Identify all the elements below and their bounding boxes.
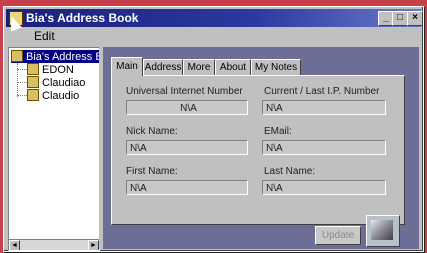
horizontal-scrollbar[interactable]: ◄ ► xyxy=(9,239,99,250)
contact-icon xyxy=(27,63,39,75)
uin-field[interactable]: N\A xyxy=(126,100,248,115)
email-label: EMail: xyxy=(264,126,292,137)
menu-edit[interactable]: Edit xyxy=(34,28,55,45)
update-button[interactable]: Update xyxy=(315,226,361,245)
tree-branch xyxy=(17,95,27,96)
last-name-field[interactable]: N\A xyxy=(262,180,386,195)
tab-main[interactable]: Main xyxy=(111,57,143,76)
contact-icon xyxy=(27,89,39,101)
tab-about[interactable]: About xyxy=(215,59,251,75)
scroll-left-arrow[interactable]: ◄ xyxy=(9,240,20,250)
tab-address[interactable]: Address xyxy=(143,59,183,75)
tab-more[interactable]: More xyxy=(183,59,215,75)
tree-branch xyxy=(17,82,27,83)
tree-item-label: Claudiao xyxy=(42,77,86,89)
tab-panel-main: Universal Internet Number N\A Current / … xyxy=(111,75,405,225)
nick-name-label: Nick Name: xyxy=(126,126,178,137)
email-field[interactable]: N\A xyxy=(262,140,386,155)
folder-icon xyxy=(11,50,23,62)
tree-root[interactable]: Bia's Address Bo xyxy=(11,50,99,63)
contacts-tree[interactable]: Bia's Address Bo EDON Claudiao Claudio ◄… xyxy=(8,47,100,251)
details-pane: Main Address More About My Notes Univers… xyxy=(103,47,419,249)
maximize-button[interactable]: □ xyxy=(392,11,408,26)
main-window: Bia's Address Book _ □ × Edit Bia's Addr… xyxy=(3,6,424,252)
contact-image-button[interactable] xyxy=(366,215,400,247)
tree-item-label: EDON xyxy=(42,64,74,76)
title-bar[interactable]: Bia's Address Book _ □ × xyxy=(6,9,423,27)
first-name-label: First Name: xyxy=(126,166,178,177)
nick-name-field[interactable]: N\A xyxy=(126,140,248,155)
tree-item-claudiao[interactable]: Claudiao xyxy=(27,76,85,89)
tab-my-notes[interactable]: My Notes xyxy=(251,59,301,75)
contact-icon xyxy=(27,76,39,88)
window-title: Bia's Address Book xyxy=(26,11,139,25)
tree-item-claudio[interactable]: Claudio xyxy=(27,89,79,102)
contact-picture-icon xyxy=(371,220,393,240)
tree-item-label: Claudio xyxy=(42,90,80,102)
last-name-label: Last Name: xyxy=(264,166,316,177)
close-button[interactable]: × xyxy=(407,11,423,26)
first-name-field[interactable]: N\A xyxy=(126,180,248,195)
menu-bar: Edit xyxy=(6,28,421,45)
uin-label: Universal Internet Number xyxy=(126,86,243,97)
scroll-right-arrow[interactable]: ► xyxy=(88,240,99,250)
tree-root-label: Bia's Address Bo xyxy=(26,51,99,63)
ip-field[interactable]: N\A xyxy=(262,100,386,115)
tree-branch xyxy=(17,69,27,70)
tree-item-edon[interactable]: EDON xyxy=(27,63,74,76)
ip-label: Current / Last I.P. Number xyxy=(264,86,380,97)
